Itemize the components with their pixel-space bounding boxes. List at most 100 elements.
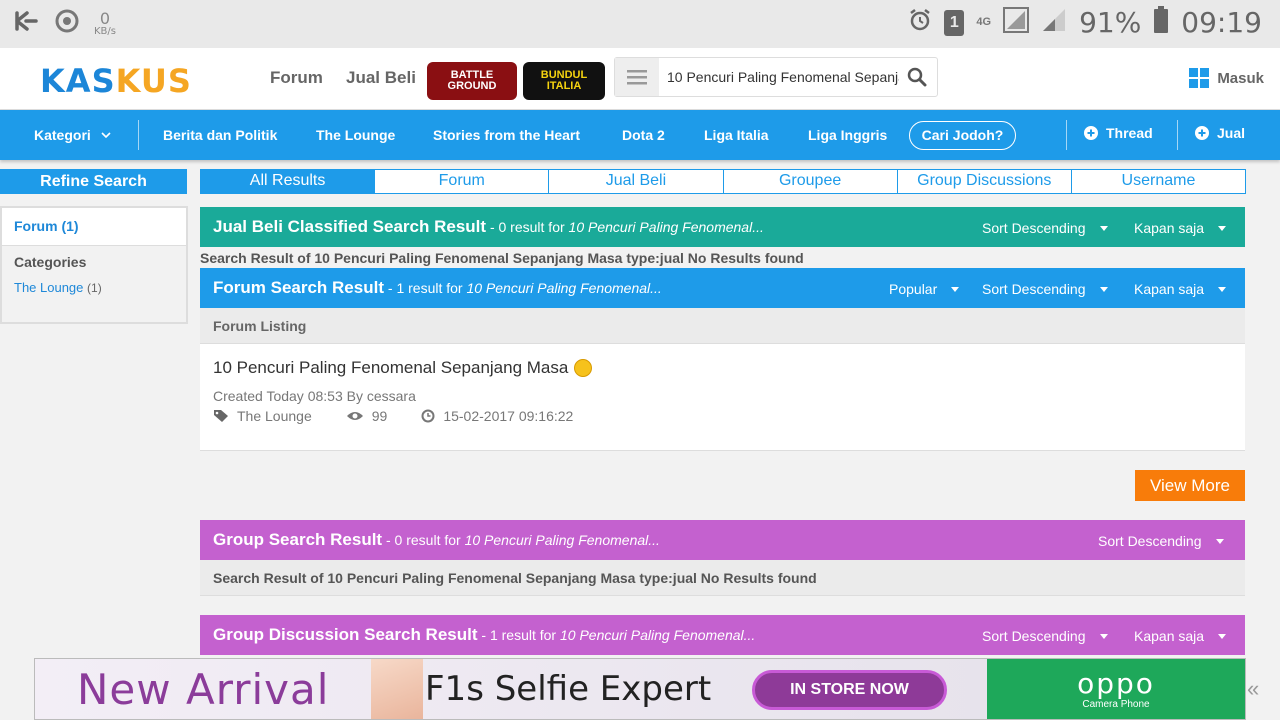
chevron-down-icon <box>101 132 111 138</box>
ad-in-store-button[interactable]: IN STORE NOW <box>752 670 947 710</box>
nav-stories-heart[interactable]: Stories from the Heart <box>433 127 580 143</box>
ad-new-arrival: New Arrival <box>77 665 330 714</box>
create-thread-button[interactable]: Thread <box>1084 125 1153 141</box>
tab-group-discussions[interactable]: Group Discussions <box>896 169 1072 194</box>
eye-icon <box>346 412 363 420</box>
filter-forum[interactable]: Forum (1) <box>2 208 186 246</box>
sort-dropdown[interactable]: Sort Descending <box>1098 533 1224 549</box>
tab-username[interactable]: Username <box>1070 169 1247 194</box>
login-button[interactable]: Masuk <box>1189 68 1264 88</box>
hamburger-icon <box>627 70 647 85</box>
signal-2-icon <box>1041 7 1067 38</box>
nav-liga-inggris[interactable]: Liga Inggris <box>808 127 887 143</box>
refine-panel: Forum (1) Categories The Lounge (1) <box>0 206 188 324</box>
time-dropdown[interactable]: Kapan saja <box>1134 281 1227 297</box>
sort-dropdown[interactable]: Sort Descending <box>982 628 1108 644</box>
ad-f1s-selfie: F1s Selfie Expert <box>425 669 712 709</box>
kategori-label: Kategori <box>34 127 91 143</box>
time-dropdown[interactable]: Kapan saja <box>1134 220 1227 236</box>
view-more-button[interactable]: View More <box>1135 470 1245 501</box>
cari-jodoh-button[interactable]: Cari Jodoh? <box>909 121 1016 150</box>
battery-percent: 91% <box>1079 6 1142 39</box>
thread-info: The Lounge 99 15-02-2017 09:16:22 <box>213 408 573 424</box>
group-no-results: Search Result of 10 Pencuri Paling Fenom… <box>213 570 817 586</box>
jual-beli-no-results: Search Result of 10 Pencuri Paling Fenom… <box>200 250 804 266</box>
jual-label: Jual <box>1217 125 1246 141</box>
bundul-italia-logo[interactable]: BUNDUL ITALIA <box>523 62 605 100</box>
oppo-logo: oppo <box>1077 667 1155 700</box>
forum-result-title: Forum Search Result - 1 result for 10 Pe… <box>213 278 662 297</box>
filter-the-lounge-label: The Lounge <box>14 280 84 295</box>
create-jual-button[interactable]: Jual <box>1195 125 1245 141</box>
ad-collapse-button[interactable]: « <box>1247 676 1259 702</box>
plus-circle-icon <box>1195 126 1209 140</box>
signal-icon <box>1003 7 1030 38</box>
sort-dropdown[interactable]: Sort Descending <box>982 220 1108 236</box>
ad-banner[interactable]: New Arrival F1s Selfie Expert IN STORE N… <box>34 658 1246 720</box>
nav-divider <box>138 120 139 150</box>
status-bar: 0 KB/s 1 4G 91% 09:19 <box>0 0 1280 48</box>
sim-icon: 1 <box>944 9 965 36</box>
login-label: Masuk <box>1217 69 1264 87</box>
thread-views: 99 <box>371 408 388 424</box>
sort-dropdown[interactable]: Sort Descending <box>982 281 1108 297</box>
forum-listing-heading: Forum Listing <box>200 308 1245 344</box>
clock-icon <box>421 409 435 423</box>
sync-icon <box>54 8 80 39</box>
search-input[interactable] <box>667 67 899 87</box>
category-nav: Kategori Berita dan Politik The Lounge S… <box>0 110 1280 160</box>
tab-jual-beli[interactable]: Jual Beli <box>548 169 724 194</box>
thread-created: Created Today 08:53 By cessara <box>213 388 416 404</box>
network-type: 4G <box>976 16 992 28</box>
ad-brand-panel: oppo Camera Phone <box>987 659 1245 719</box>
categories-heading: Categories <box>14 254 87 270</box>
group-discussion-result-title: Group Discussion Search Result - 1 resul… <box>213 625 756 644</box>
filter-the-lounge[interactable]: The Lounge (1) <box>14 280 102 295</box>
nav-the-lounge[interactable]: The Lounge <box>316 127 395 143</box>
jual-beli-result-title: Jual Beli Classified Search Result - 0 r… <box>213 217 764 236</box>
thread-category[interactable]: The Lounge <box>237 408 312 424</box>
nav-divider <box>1177 120 1178 150</box>
result-tabs: All Results Forum Jual Beli Groupee Grou… <box>200 169 1247 194</box>
nav-dota2[interactable]: Dota 2 <box>622 127 665 143</box>
battleground-logo[interactable]: BATTLE GROUND <box>427 62 517 100</box>
ad-left-panel: New Arrival F1s Selfie Expert IN STORE N… <box>35 659 987 719</box>
windows-grid-icon <box>1189 68 1210 88</box>
plus-circle-icon <box>1084 126 1098 140</box>
group-result-bar: Group Search Result - 0 result for 10 Pe… <box>200 520 1245 560</box>
kategori-dropdown[interactable]: Kategori <box>34 127 111 143</box>
tab-groupee[interactable]: Groupee <box>722 169 898 194</box>
emoji-icon <box>574 359 593 377</box>
filter-count: (1) <box>87 281 102 295</box>
network-speed: 0 KB/s <box>94 8 116 37</box>
tab-all-results[interactable]: All Results <box>200 169 376 194</box>
kaskus-notification-icon <box>14 10 40 37</box>
thread-datetime: 15-02-2017 09:16:22 <box>443 408 574 424</box>
thread-label: Thread <box>1106 125 1153 141</box>
clock: 09:19 <box>1181 6 1262 39</box>
nav-forum[interactable]: Forum <box>270 68 323 88</box>
forum-result-item: 10 Pencuri Paling Fenomenal Sepanjang Ma… <box>200 344 1245 451</box>
alarm-icon <box>908 8 932 37</box>
site-header: KASKUS Forum Jual Beli BATTLE GROUND BUN… <box>0 48 1280 110</box>
thread-title-link[interactable]: 10 Pencuri Paling Fenomenal Sepanjang Ma… <box>213 358 593 378</box>
time-dropdown[interactable]: Kapan saja <box>1134 628 1227 644</box>
group-result-title: Group Search Result - 0 result for 10 Pe… <box>213 530 660 549</box>
nav-berita-politik[interactable]: Berita dan Politik <box>163 127 277 143</box>
ad-phone-image <box>371 659 423 719</box>
search-menu-button[interactable] <box>615 58 659 96</box>
nav-divider <box>1066 120 1067 150</box>
search-icon[interactable] <box>907 67 927 92</box>
tab-forum[interactable]: Forum <box>374 169 550 194</box>
battery-icon <box>1153 6 1169 39</box>
search-box <box>614 57 938 97</box>
jual-beli-result-bar: Jual Beli Classified Search Result - 0 r… <box>200 207 1245 247</box>
nav-jual-beli[interactable]: Jual Beli <box>346 68 416 88</box>
nav-liga-italia[interactable]: Liga Italia <box>704 127 769 143</box>
tag-icon <box>214 410 228 422</box>
group-discussion-result-bar: Group Discussion Search Result - 1 resul… <box>200 615 1245 655</box>
kaskus-logo[interactable]: KASKUS <box>40 62 192 100</box>
ad-tagline: Camera Phone <box>1082 699 1150 710</box>
forum-result-bar: Forum Search Result - 1 result for 10 Pe… <box>200 268 1245 308</box>
popular-dropdown[interactable]: Popular <box>889 281 960 297</box>
